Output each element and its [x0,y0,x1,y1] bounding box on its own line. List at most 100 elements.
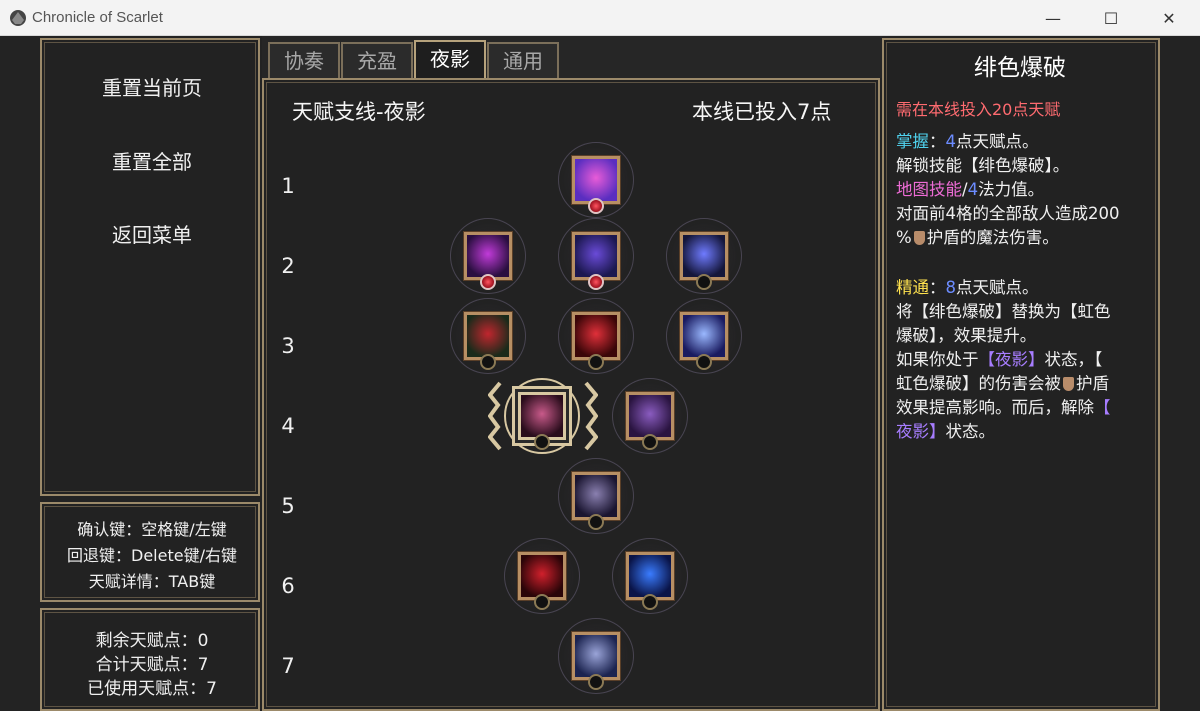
node-meteor[interactable] [558,618,634,694]
reset-page-button[interactable]: 重置当前页 [42,72,262,101]
game-viewport: 重置当前页 重置全部 返回菜单 确认键：空格键/左键 回退键：Delete键/右… [0,36,1200,711]
master-sep: ： [929,278,946,297]
tab-fullness[interactable]: 充盈 [341,42,413,78]
shield-icon [913,231,925,245]
node-crimson-fire[interactable] [504,538,580,614]
node-shadow-swirl[interactable] [558,218,634,294]
node-crescent-moon[interactable] [558,142,634,218]
row-number: 2 [281,254,295,278]
blood-orb-icon [572,312,620,360]
effect-c: 效果提高影响。而后，解除 [896,398,1094,417]
confirm-key-text: 确认键：空格键/左键 [77,520,227,539]
replace-line-2: 爆破】，效果提升。 [896,326,1037,345]
row-number: 4 [281,414,295,438]
row-number: 3 [281,334,295,358]
node-blood-orb[interactable] [558,298,634,374]
empty-marker-icon [642,594,658,610]
reset-all-button[interactable]: 重置全部 [42,146,262,175]
effect-a: 虹色爆破】的伤害会被 [896,374,1061,393]
node-blue-ring[interactable] [666,218,742,294]
meteor-icon [572,632,620,680]
remaining-points-text: 剩余天赋点：0 [95,631,209,651]
talent-detail-title: 绯色爆破 [974,55,1066,81]
node-purple-book[interactable] [612,378,688,454]
node-ice-blade[interactable] [666,298,742,374]
map-skill-line: 地图技能/4法力值。 [896,176,1044,200]
back-key-text: 回退键：Delete键/右键 [67,546,237,565]
damage-percent: % [896,228,912,247]
empty-marker-icon [480,354,496,370]
crescent-moon-icon [572,156,620,204]
node-red-leaf[interactable] [450,298,526,374]
tab-general[interactable]: 通用 [487,42,559,78]
tab-nightshade[interactable]: 夜影 [414,40,486,80]
red-leaf-icon [464,312,512,360]
row-number: 7 [281,654,295,678]
window-titlebar: Chronicle of Scarlet — ☐ ✕ [0,0,1200,36]
branch-title: 天赋支线-夜影 [292,100,426,124]
empty-marker-icon [588,514,604,530]
shadow-swirl-icon [572,232,620,280]
damage-line-1: 对面前4格的全部敌人造成200 [896,204,1120,223]
talent-requirement: 需在本线投入20点天赋 [896,100,1061,119]
master-line: 精通：8点天赋点。 [896,274,1039,298]
book-icon [626,392,674,440]
row-number: 6 [281,574,295,598]
empty-marker-icon [588,354,604,370]
points-panel: 剩余天赋点：0 合计天赋点：7 已使用天赋点：7 [40,608,260,711]
maximize-button[interactable]: ☐ [1082,0,1140,36]
back-menu-button[interactable]: 返回菜单 [42,219,262,248]
damage-line-2: % 护盾的魔法伤害。 [896,224,1059,248]
empty-marker-icon [588,674,604,690]
empty-marker-icon [696,354,712,370]
invested-marker-icon [588,198,604,214]
effect-e: 夜影】 [896,422,946,441]
grasp-line: 掌握：4点天赋点。 [896,128,1039,152]
blue-ring-icon [680,232,728,280]
key-help-panel: 确认键：空格键/左键 回退键：Delete键/右键 天赋详情：TAB键 [40,502,260,602]
empty-marker-icon [696,274,712,290]
grasp-value: 4 [945,132,957,151]
minimize-button[interactable]: — [1024,0,1082,36]
cond-c: 状态，【 [1044,350,1103,369]
damage-rest: 护盾的魔法伤害。 [926,228,1059,247]
cond-a: 如果你处于 [896,350,979,369]
cracks-icon [626,552,674,600]
master-label: 精通 [896,278,929,297]
ice-blade-icon [680,312,728,360]
row-number: 1 [281,174,295,198]
total-points-text: 合计天赋点：7 [95,655,209,675]
map-skill-label: 地图技能 [896,180,962,199]
effect-b: 护盾 [1076,374,1109,393]
empty-marker-icon [534,434,550,450]
effect-line-2: 效果提高影响。而后，解除【 [896,394,1111,418]
fire-icon [518,552,566,600]
node-dark-eye[interactable] [450,218,526,294]
master-value: 8 [945,278,957,297]
used-points-text: 已使用天赋点：7 [87,679,217,699]
node-dark-sword[interactable] [558,458,634,534]
sword-icon [572,472,620,520]
map-skill-rest: 法力值。 [978,180,1045,199]
tab-bar: 协奏 充盈 夜影 通用 [262,36,882,80]
left-menu-panel: 重置当前页 重置全部 返回菜单 [40,38,260,496]
node-blue-cracks[interactable] [612,538,688,614]
unlock-line: 解锁技能【绯色爆破】。 [896,156,1070,175]
row-number: 5 [281,494,295,518]
close-button[interactable]: ✕ [1140,0,1198,36]
slash-icon [518,392,566,440]
dark-eye-icon [464,232,512,280]
master-rest: 点天赋点。 [956,278,1039,297]
condition-line: 如果你处于【夜影】状态，【 [896,346,1102,370]
effect-f: 状态。 [945,422,996,441]
empty-marker-icon [642,434,658,450]
invested-points-text: 本线已投入7点 [692,100,832,124]
tab-concerto[interactable]: 协奏 [268,42,340,78]
window-title: Chronicle of Scarlet [32,9,163,26]
node-scarlet-burst[interactable] [504,378,580,454]
effect-line-1: 虹色爆破】的伤害会被 护盾 [896,370,1109,394]
replace-line-1: 将【绯色爆破】替换为【虹色 [896,302,1111,321]
shield-icon [1063,377,1074,391]
effect-d: 【 [1094,398,1111,417]
empty-marker-icon [534,594,550,610]
